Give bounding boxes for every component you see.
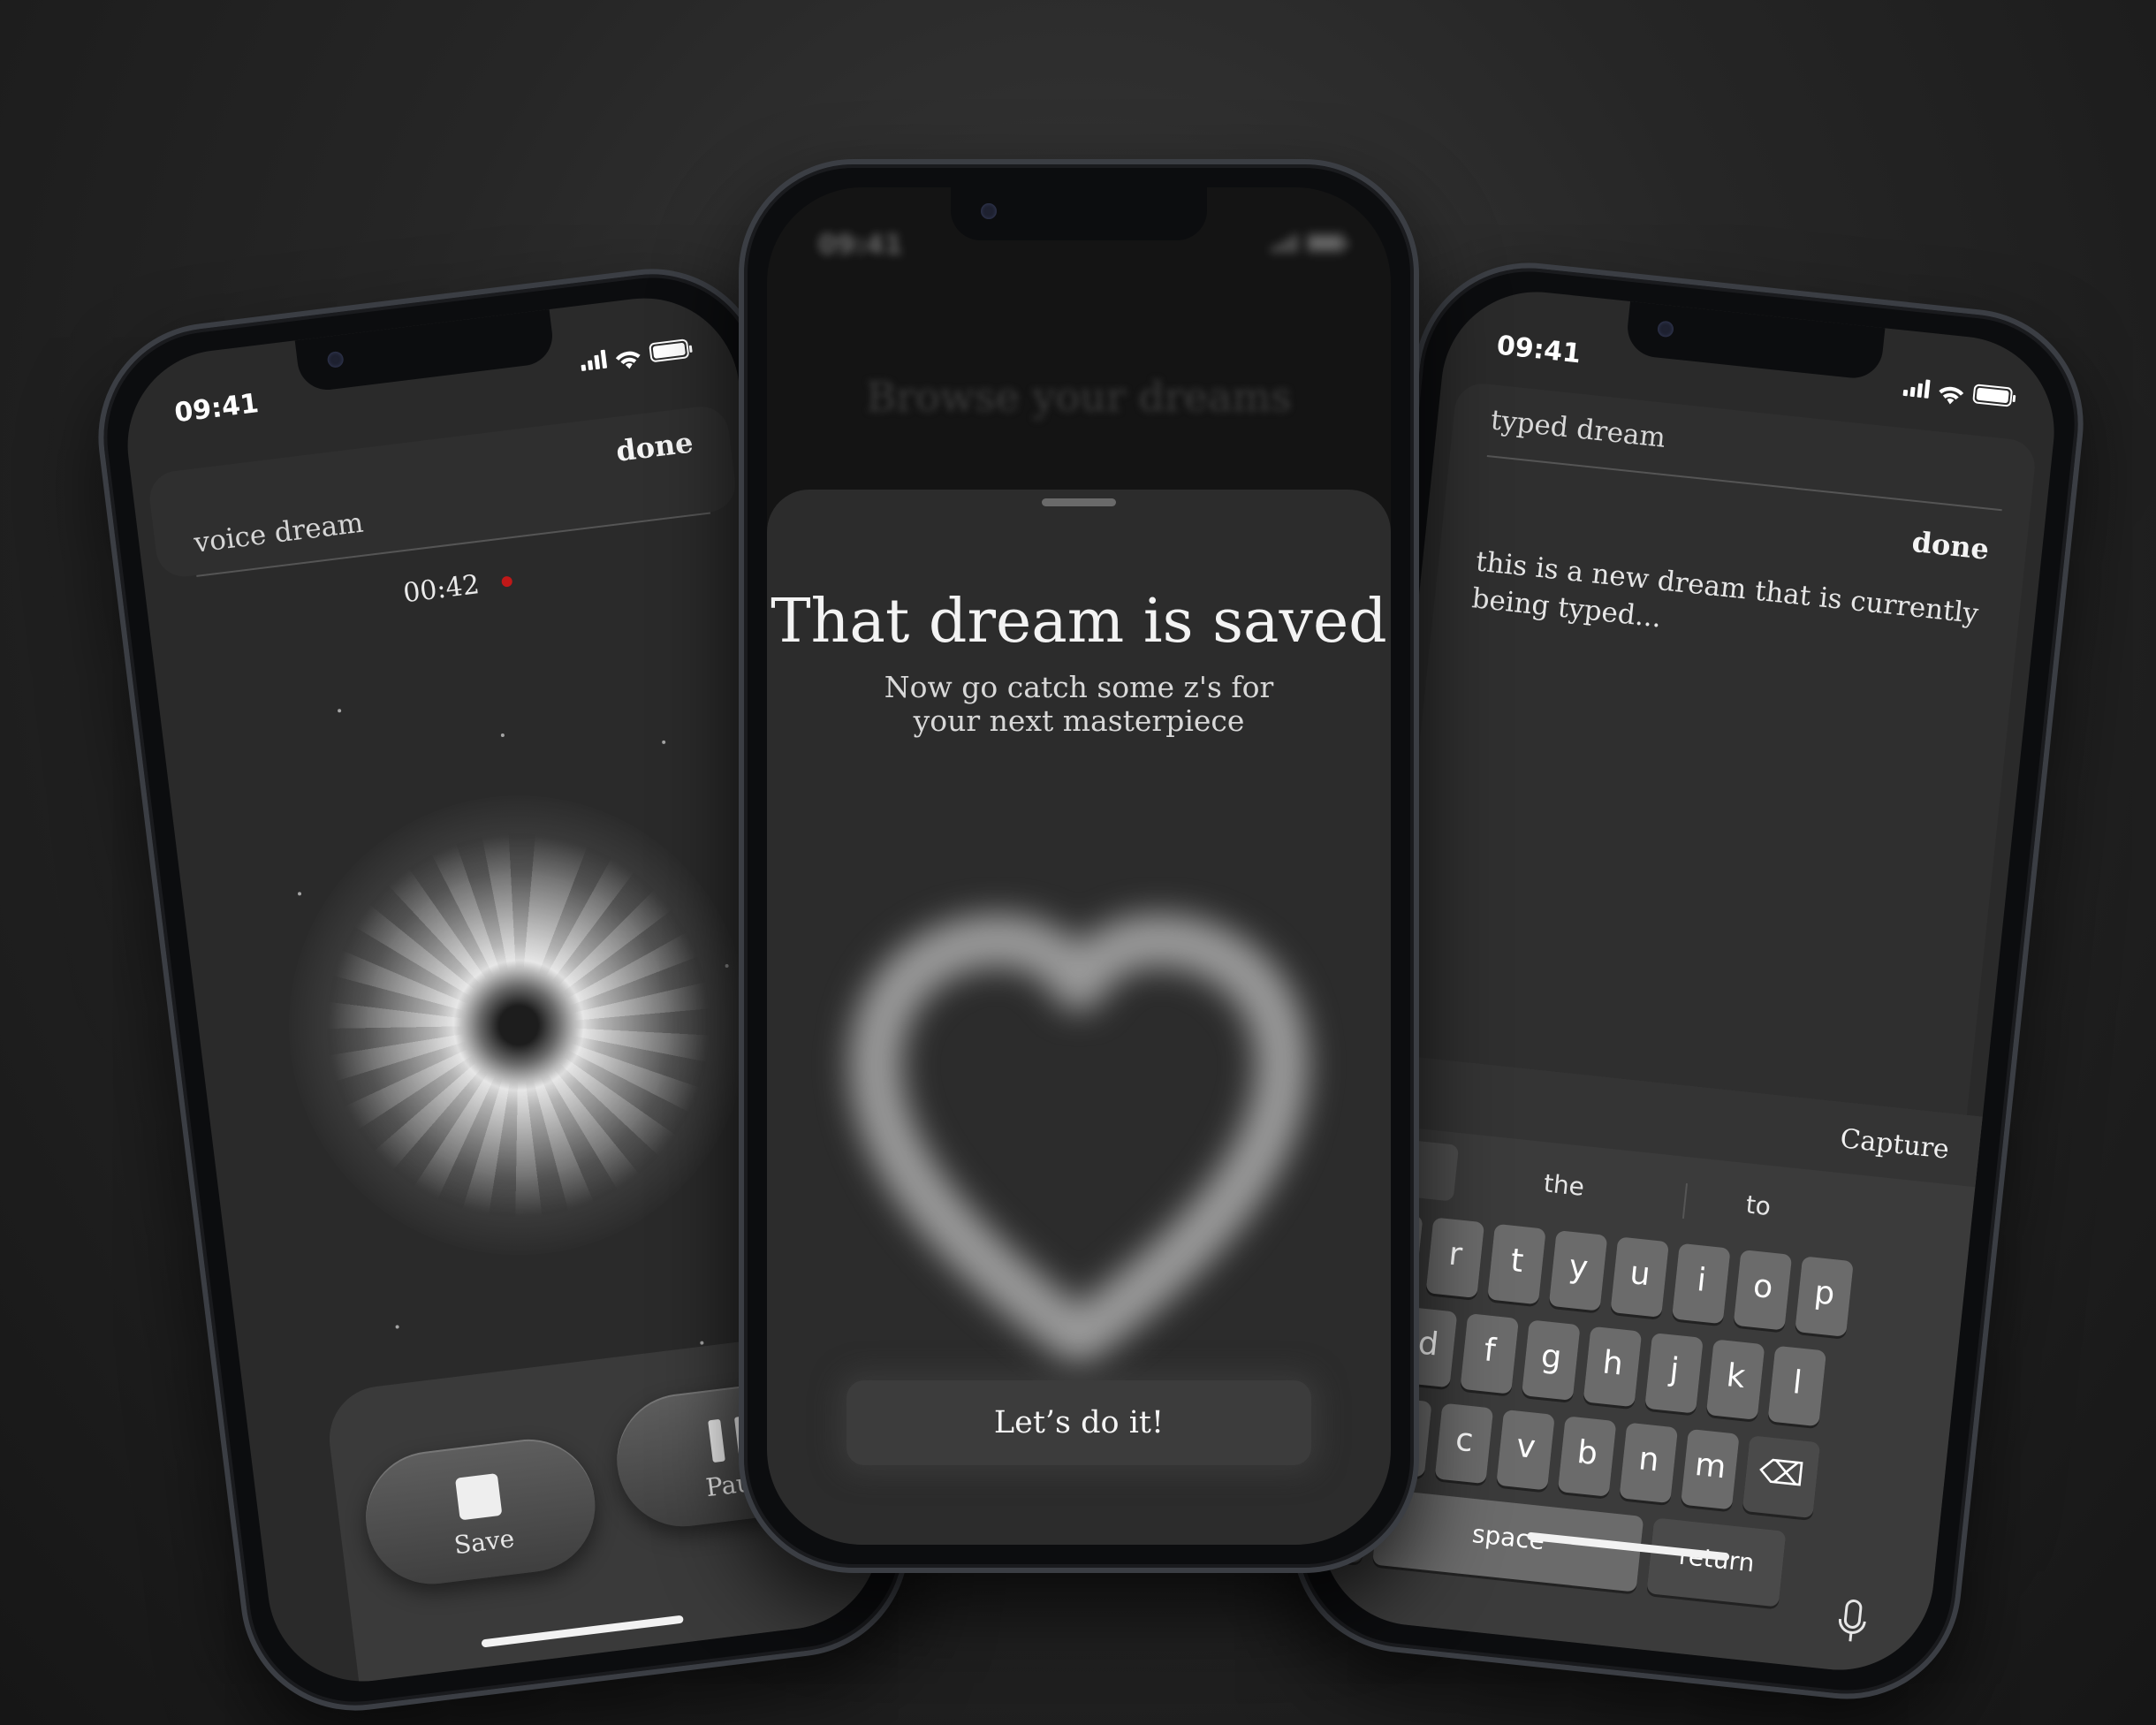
key[interactable]: n	[1619, 1422, 1679, 1504]
status-time: 09:41	[1495, 330, 1583, 370]
subtitle-line: your next masterpiece	[913, 703, 1245, 738]
star	[500, 733, 505, 738]
camera-icon	[326, 350, 345, 369]
key[interactable]: m	[1681, 1428, 1740, 1510]
heart-icon	[849, 914, 1309, 1364]
save-button[interactable]: Save	[358, 1432, 603, 1592]
key[interactable]: i	[1671, 1242, 1731, 1325]
cellular-signal-icon	[1902, 376, 1931, 399]
key[interactable]: v	[1496, 1409, 1555, 1491]
cellular-signal-icon	[1272, 233, 1297, 253]
status-time: 09:41	[172, 387, 261, 429]
suggestion-item[interactable]: to	[1744, 1189, 1772, 1221]
stop-icon	[454, 1472, 503, 1521]
key[interactable]: b	[1557, 1416, 1617, 1497]
star	[297, 892, 302, 896]
key[interactable]: k	[1705, 1339, 1765, 1420]
cellular-signal-icon	[580, 349, 608, 372]
typed-dream-screen: 09:41 typed dream done this is a new dre…	[1311, 282, 2064, 1680]
star	[661, 740, 666, 745]
suggestion-item[interactable]: the	[1542, 1168, 1585, 1202]
subtitle-line: Now go catch some z's for	[884, 670, 1274, 704]
key[interactable]: p	[1795, 1256, 1854, 1337]
return-key[interactable]: return	[1646, 1517, 1787, 1607]
key[interactable]: l	[1767, 1345, 1827, 1427]
microphone-icon[interactable]	[1835, 1598, 1870, 1646]
delete-key-icon[interactable]: ⌫	[1742, 1435, 1821, 1519]
star	[395, 1325, 399, 1329]
suggestion-divider	[1682, 1183, 1689, 1220]
lets-do-it-button[interactable]: Let’s do it!	[846, 1380, 1311, 1465]
key[interactable]: f	[1460, 1313, 1520, 1394]
key[interactable]: r	[1425, 1217, 1485, 1299]
key[interactable]: y	[1548, 1230, 1608, 1311]
key[interactable]: j	[1644, 1333, 1704, 1414]
star	[700, 1341, 704, 1345]
background-title: Browse your dreams	[866, 373, 1292, 421]
notch	[951, 187, 1207, 240]
key[interactable]: h	[1583, 1326, 1643, 1408]
save-label: Save	[452, 1524, 516, 1561]
camera-icon	[981, 203, 997, 219]
dream-saved-phone: 09:41 Browse your dreams That dream is s…	[739, 159, 1419, 1573]
wifi-icon	[1937, 380, 1965, 405]
battery-icon	[649, 338, 690, 363]
sheet-title: That dream is saved	[771, 587, 1387, 657]
star	[337, 709, 342, 713]
key[interactable]: c	[1434, 1402, 1494, 1485]
key[interactable]: t	[1487, 1223, 1546, 1305]
capture-button[interactable]: Capture	[1839, 1123, 1950, 1166]
battery-icon	[1306, 233, 1348, 253]
key[interactable]: u	[1610, 1236, 1670, 1318]
status-time: 09:41	[818, 230, 903, 261]
confirmation-sheet: That dream is saved Now go catch some z'…	[767, 490, 1391, 1545]
key[interactable]: o	[1733, 1249, 1793, 1331]
sheet-subtitle: Now go catch some z's for your next mast…	[767, 671, 1391, 738]
battery-icon	[1972, 384, 2014, 407]
dream-saved-screen: 09:41 Browse your dreams That dream is s…	[767, 187, 1391, 1545]
camera-icon	[1657, 320, 1674, 338]
recording-indicator-icon	[501, 575, 513, 588]
recording-timer: 00:42	[401, 569, 482, 610]
sheet-grabber[interactable]	[1042, 498, 1116, 506]
galaxy-visualizer	[262, 769, 775, 1281]
key[interactable]: g	[1521, 1319, 1581, 1401]
wifi-icon	[613, 345, 641, 369]
